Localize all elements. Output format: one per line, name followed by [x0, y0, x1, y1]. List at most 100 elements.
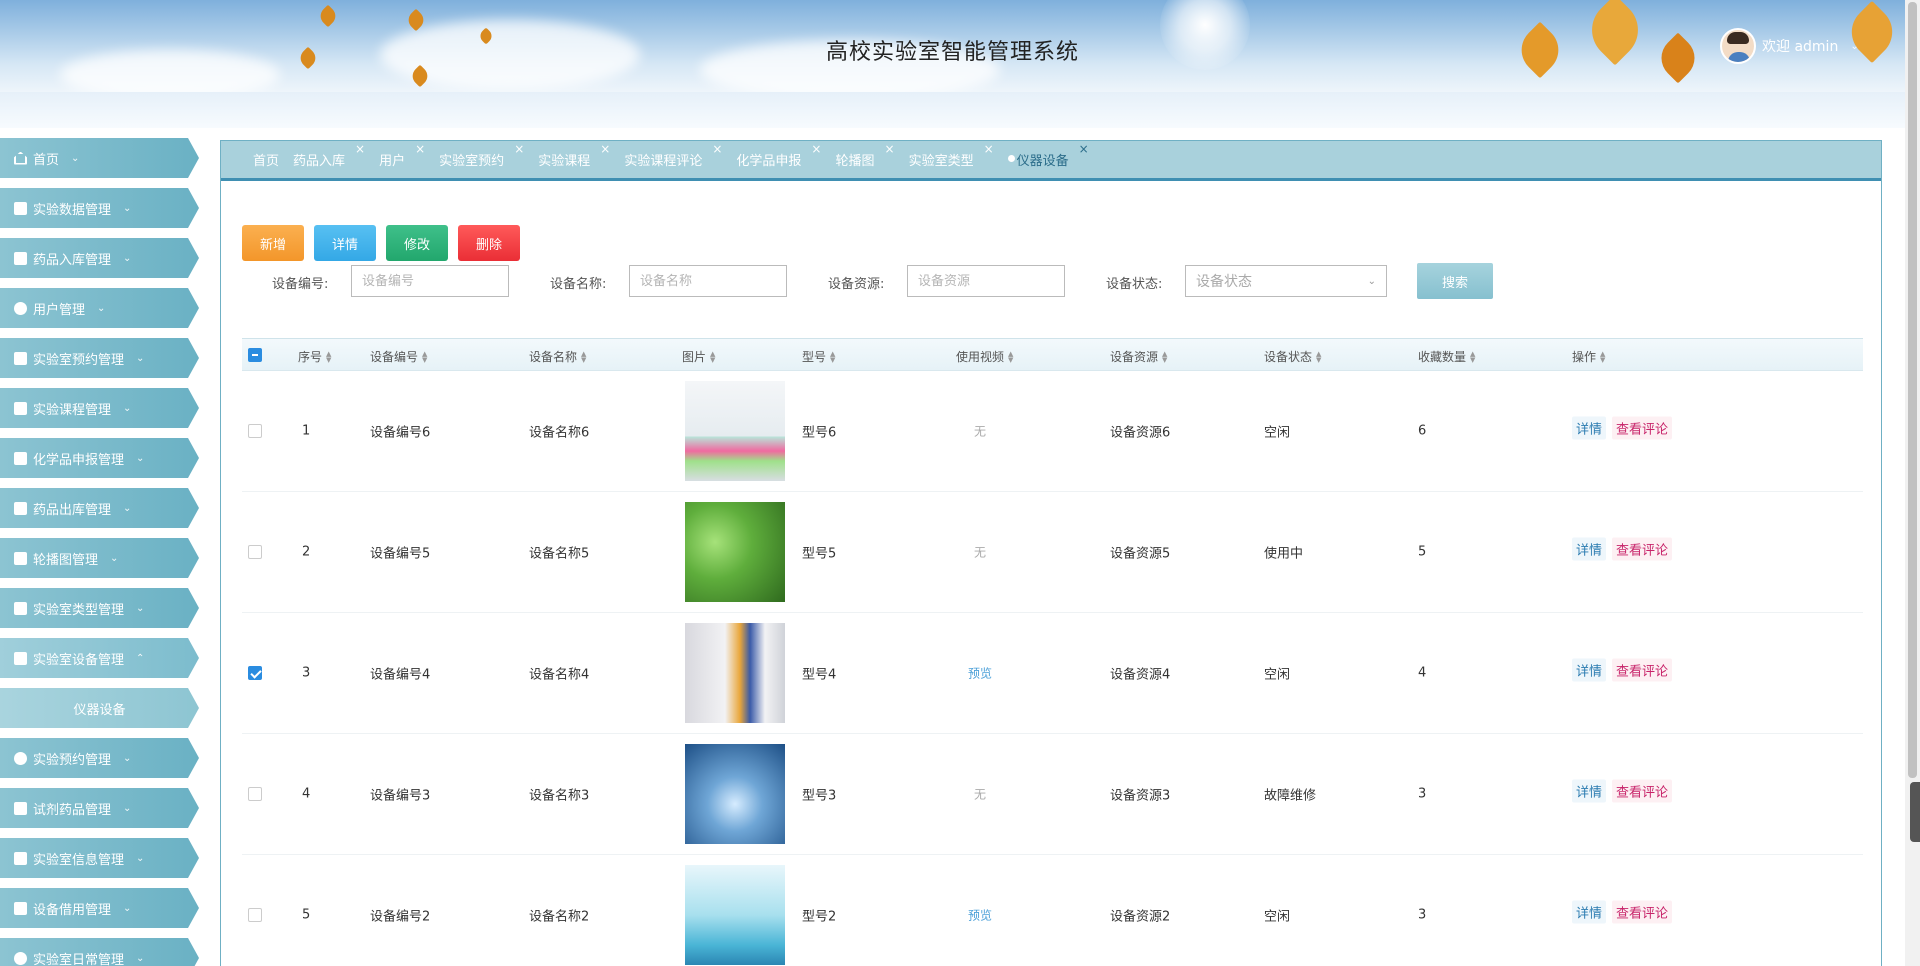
table-body: 1 设备编号6 设备名称6 型号6 无设备资源6 空闲 6 详情 查看评论 2 设备编号5 设备名称5…	[242, 371, 1863, 966]
column-header[interactable]: 序号 ▲ ▼	[298, 348, 331, 365]
status-select[interactable]: 设备状态 ⌄	[1185, 265, 1387, 297]
column-header[interactable]: 设备名称 ▲ ▼	[529, 348, 586, 365]
sidebar-item[interactable]: 实验室类型管理 ⌄	[0, 588, 199, 628]
video-preview-link[interactable]: 预览	[968, 907, 992, 924]
row-detail-button[interactable]: 详情	[1572, 779, 1607, 803]
tab-6[interactable]: 化学品申报 ×	[736, 142, 821, 169]
column-header[interactable]: 设备资源 ▲ ▼	[1110, 348, 1167, 365]
column-header[interactable]: 图片 ▲ ▼	[682, 348, 715, 365]
tab-8[interactable]: 实验室类型 ×	[909, 142, 994, 169]
delete-button[interactable]: 删除	[458, 225, 520, 261]
search-button[interactable]: 搜索	[1417, 263, 1493, 299]
column-header[interactable]: 收藏数量 ▲ ▼	[1418, 348, 1475, 365]
sidebar-item[interactable]: 首页 ⌄	[0, 138, 199, 178]
close-icon[interactable]: ×	[1079, 142, 1089, 156]
select-all-checkbox[interactable]	[248, 347, 262, 362]
resource-input[interactable]	[907, 265, 1065, 297]
sort-icon[interactable]: ▲ ▼	[1600, 350, 1605, 363]
detail-button[interactable]: 详情	[314, 225, 376, 261]
sidebar-item[interactable]: 设备借用管理 ⌄	[0, 888, 199, 928]
row-detail-button[interactable]: 详情	[1572, 900, 1607, 924]
sidebar-item[interactable]: 用户管理 ⌄	[0, 288, 199, 328]
view-comments-button[interactable]: 查看评论	[1612, 900, 1673, 924]
avatar[interactable]	[1720, 28, 1756, 64]
sidebar-item[interactable]: 实验室日常管理 ⌄	[0, 938, 199, 966]
tab-7[interactable]: 轮播图 ×	[835, 142, 894, 169]
sidebar-item[interactable]: 实验预约管理 ⌄	[0, 738, 199, 778]
sort-icon[interactable]: ▲ ▼	[326, 350, 331, 363]
row-detail-button[interactable]: 详情	[1572, 658, 1607, 682]
view-comments-button[interactable]: 查看评论	[1612, 537, 1673, 561]
chevron-down-icon: ⌄	[123, 252, 132, 264]
view-comments-button[interactable]: 查看评论	[1612, 779, 1673, 803]
row-actions: 详情 查看评论	[1572, 658, 1673, 682]
close-icon[interactable]: ×	[355, 142, 365, 156]
device-image	[685, 744, 785, 844]
close-icon[interactable]: ×	[415, 142, 425, 156]
scrollbar-thumb[interactable]	[1908, 2, 1917, 778]
close-icon[interactable]: ×	[712, 142, 722, 156]
close-icon[interactable]: ×	[984, 142, 994, 156]
row-checkbox[interactable]	[248, 666, 262, 680]
tab-1[interactable]: 药品入库 ×	[293, 142, 365, 169]
row-detail-button[interactable]: 详情	[1572, 537, 1607, 561]
column-header[interactable]: 使用视频 ▲ ▼	[956, 348, 1013, 365]
sidebar-item[interactable]: 轮播图管理 ⌄	[0, 538, 199, 578]
sidebar-item[interactable]: 实验室预约管理 ⌄	[0, 338, 199, 378]
table-row[interactable]: 3 设备编号4 设备名称4 型号4 预览 设备资源4 空闲 4 详情 查看评论	[242, 613, 1863, 734]
tab-3[interactable]: 实验室预约 ×	[439, 142, 524, 169]
sidebar-item[interactable]: 化学品申报管理 ⌄	[0, 438, 199, 478]
sort-icon[interactable]: ▲ ▼	[422, 350, 427, 363]
sidebar-item[interactable]: 实验课程管理 ⌄	[0, 388, 199, 428]
row-checkbox[interactable]	[248, 424, 262, 438]
sort-icon[interactable]: ▲ ▼	[1162, 350, 1167, 363]
sidebar-item[interactable]: 药品入库管理 ⌄	[0, 238, 199, 278]
edit-button[interactable]: 修改	[386, 225, 448, 261]
user-menu[interactable]: 欢迎 admin ⌄	[1720, 28, 1859, 64]
close-icon[interactable]: ×	[811, 142, 821, 156]
sidebar-item[interactable]: 实验室信息管理 ⌄	[0, 838, 199, 878]
close-icon[interactable]: ×	[885, 142, 895, 156]
sort-icon[interactable]: ▲ ▼	[710, 350, 715, 363]
sort-icon[interactable]: ▲ ▼	[581, 350, 586, 363]
view-comments-button[interactable]: 查看评论	[1612, 658, 1673, 682]
table-row[interactable]: 1 设备编号6 设备名称6 型号6 无 设备资源6 空闲 6 详情 查看评论	[242, 371, 1863, 492]
row-checkbox[interactable]	[248, 545, 262, 559]
close-icon[interactable]: ×	[514, 142, 524, 156]
row-checkbox[interactable]	[248, 787, 262, 801]
tab-4[interactable]: 实验课程 ×	[538, 142, 610, 169]
device-resource: 设备资源6	[1110, 425, 1171, 441]
column-header[interactable]: 型号 ▲ ▼	[802, 348, 835, 365]
close-icon[interactable]: ×	[600, 142, 610, 156]
column-header[interactable]: 操作 ▲ ▼	[1572, 348, 1605, 365]
row-checkbox[interactable]	[248, 908, 262, 922]
video-preview-link[interactable]: 预览	[968, 665, 992, 682]
add-button[interactable]: 新增	[242, 225, 304, 261]
sort-icon[interactable]: ▲ ▼	[1008, 350, 1013, 363]
sidebar-item-label: 实验数据管理	[33, 202, 112, 218]
tab-0[interactable]: 首页	[253, 150, 279, 169]
sort-icon[interactable]: ▲ ▼	[1470, 350, 1475, 363]
code-input[interactable]	[351, 265, 509, 297]
view-comments-button[interactable]: 查看评论	[1612, 416, 1673, 440]
sidebar-item[interactable]: 试剂药品管理 ⌄	[0, 788, 199, 828]
tab-9[interactable]: 仪器设备 ×	[1007, 142, 1089, 169]
sort-icon[interactable]: ▲ ▼	[830, 350, 835, 363]
side-widget[interactable]	[1910, 782, 1920, 842]
sidebar-item[interactable]: 实验数据管理 ⌄	[0, 188, 199, 228]
column-header[interactable]: 设备状态 ▲ ▼	[1264, 348, 1321, 365]
column-header[interactable]: 设备编号 ▲ ▼	[370, 348, 427, 365]
row-detail-button[interactable]: 详情	[1572, 416, 1607, 440]
sidebar-item[interactable]: 药品出库管理 ⌄	[0, 488, 199, 528]
device-model: 型号5	[802, 546, 837, 562]
table-row[interactable]: 4 设备编号3 设备名称3 型号3 无 设备资源3 故障维修 3 详情 查看评论	[242, 734, 1863, 855]
tab-5[interactable]: 实验课程评论 ×	[624, 142, 722, 169]
table-row[interactable]: 2 设备编号5 设备名称5 型号5 无 设备资源5 使用中 5 详情 查看评论	[242, 492, 1863, 613]
tab-2[interactable]: 用户 ×	[379, 142, 425, 169]
briefcase-icon	[14, 551, 27, 565]
table-row[interactable]: 5 设备编号2 设备名称2 型号2 预览 设备资源2 空闲 3 详情 查看评论	[242, 855, 1863, 966]
sort-icon[interactable]: ▲ ▼	[1316, 350, 1321, 363]
sidebar-item[interactable]: 实验室设备管理 ⌃	[0, 638, 199, 678]
name-input[interactable]	[629, 265, 787, 297]
sidebar-item[interactable]: 仪器设备	[0, 688, 199, 728]
